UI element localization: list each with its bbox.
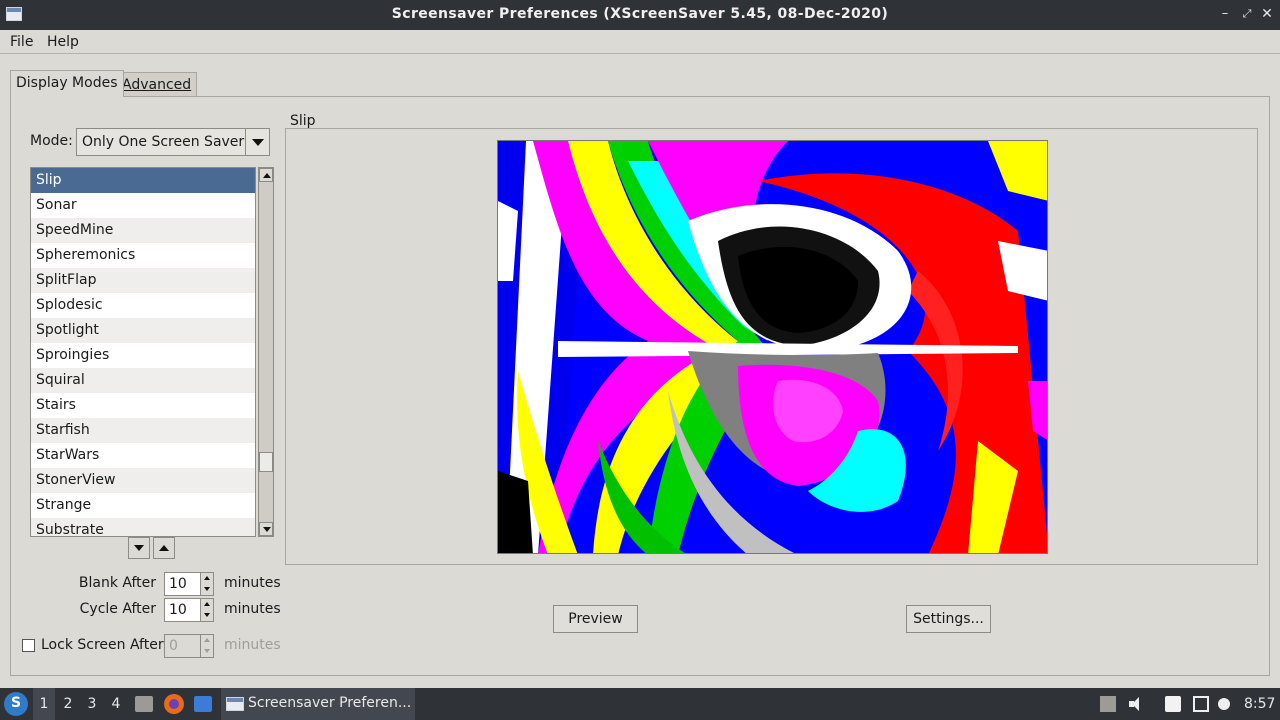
- list-item[interactable]: Spheremonics: [31, 243, 255, 268]
- cycle-after-value: 10: [169, 602, 187, 618]
- previous-saver-button[interactable]: [153, 537, 175, 559]
- cycle-after-units: minutes: [224, 601, 281, 617]
- slip-preview-image: [498, 141, 1047, 553]
- list-item[interactable]: Splodesic: [31, 293, 255, 318]
- tab-display-modes-label: Display Modes: [16, 75, 118, 91]
- lock-after-units: minutes: [224, 637, 281, 653]
- workspace-1[interactable]: 1: [33, 688, 55, 720]
- blank-after-text: Blank After: [78, 575, 156, 591]
- stepper-arrows-icon[interactable]: [200, 599, 213, 621]
- list-item[interactable]: Stairs: [31, 393, 255, 418]
- blank-after-label: Blank After: [16, 575, 156, 591]
- list-item[interactable]: Substrate: [31, 518, 255, 536]
- lock-screen-checkbox[interactable]: [22, 639, 35, 652]
- list-item[interactable]: SpeedMine: [31, 218, 255, 243]
- file-manager-icon[interactable]: [135, 696, 153, 712]
- settings-button[interactable]: Settings...: [906, 605, 991, 633]
- cycle-after-label: Cycle After: [16, 601, 156, 617]
- list-item[interactable]: Spotlight: [31, 318, 255, 343]
- firefox-icon[interactable]: [164, 694, 184, 714]
- window-icon: [226, 697, 244, 711]
- scroll-up-icon[interactable]: [259, 168, 273, 182]
- workspace-3[interactable]: 3: [81, 688, 103, 720]
- lock-screen-label[interactable]: Lock Screen After: [41, 637, 164, 653]
- lock-after-value: 0: [169, 638, 178, 654]
- list-item[interactable]: StonerView: [31, 468, 255, 493]
- maximize-icon[interactable]: ⤢: [1238, 4, 1256, 24]
- list-item[interactable]: Squiral: [31, 368, 255, 393]
- menu-file[interactable]: File: [10, 34, 33, 50]
- title-bar[interactable]: Screensaver Preferences (XScreenSaver 5.…: [0, 0, 1280, 30]
- cycle-after-stepper[interactable]: 10: [164, 598, 214, 622]
- menu-bar: File Help: [0, 30, 1280, 54]
- preview-frame-label: Slip: [290, 113, 316, 129]
- workspace-4[interactable]: 4: [105, 688, 127, 720]
- desktop-icon[interactable]: [194, 696, 212, 712]
- clock[interactable]: 8:57: [1244, 696, 1275, 712]
- taskbar: 1 2 3 4 Screensaver Preferen... 8:57: [0, 688, 1280, 720]
- taskbar-task-screensaver[interactable]: Screensaver Preferen...: [221, 688, 415, 720]
- volume-icon[interactable]: [1127, 696, 1143, 712]
- tab-advanced-label: Advanced: [122, 77, 192, 93]
- clipboard-icon[interactable]: [1165, 696, 1181, 712]
- scroll-down-icon[interactable]: [259, 522, 273, 536]
- tray-eject-icon[interactable]: [1100, 696, 1116, 712]
- tab-display-modes[interactable]: Display Modes: [10, 70, 124, 97]
- list-item[interactable]: SplitFlap: [31, 268, 255, 293]
- list-item[interactable]: Sonar: [31, 193, 255, 218]
- mode-dropdown[interactable]: Only One Screen Saver: [76, 128, 270, 156]
- taskbar-task-label: Screensaver Preferen...: [248, 695, 412, 711]
- lock-after-stepper: 0: [164, 634, 214, 658]
- blank-after-stepper[interactable]: 10: [164, 572, 214, 596]
- mode-label: Mode:: [30, 133, 73, 149]
- start-menu-icon[interactable]: [4, 692, 28, 716]
- mode-dropdown-value: Only One Screen Saver: [82, 134, 245, 150]
- stepper-arrows-icon[interactable]: [200, 573, 213, 595]
- minimize-icon[interactable]: –: [1216, 4, 1234, 24]
- network-icon[interactable]: [1193, 696, 1209, 712]
- tab-advanced[interactable]: Advanced: [116, 72, 198, 96]
- list-item[interactable]: Starfish: [31, 418, 255, 443]
- next-saver-button[interactable]: [128, 537, 150, 559]
- menu-help[interactable]: Help: [47, 34, 79, 50]
- preview-button[interactable]: Preview: [553, 605, 638, 633]
- blank-after-value: 10: [169, 576, 187, 592]
- screensaver-preview: [497, 140, 1048, 554]
- cycle-after-text: Cycle After: [79, 601, 156, 617]
- list-item[interactable]: StarWars: [31, 443, 255, 468]
- power-icon[interactable]: [1218, 698, 1230, 710]
- close-icon[interactable]: ✕: [1258, 4, 1276, 24]
- window-title: Screensaver Preferences (XScreenSaver 5.…: [391, 6, 889, 22]
- blank-after-units: minutes: [224, 575, 281, 591]
- list-item[interactable]: Sproingies: [31, 343, 255, 368]
- list-scrollbar[interactable]: [258, 167, 274, 537]
- screensaver-list[interactable]: Slip Sonar SpeedMine Spheremonics SplitF…: [30, 167, 256, 537]
- list-item[interactable]: Strange: [31, 493, 255, 518]
- list-item[interactable]: Slip: [31, 168, 255, 193]
- workspace-2[interactable]: 2: [57, 688, 79, 720]
- chevron-down-icon[interactable]: [245, 129, 269, 155]
- stepper-arrows-icon: [200, 635, 213, 657]
- scrollbar-thumb[interactable]: [259, 452, 273, 472]
